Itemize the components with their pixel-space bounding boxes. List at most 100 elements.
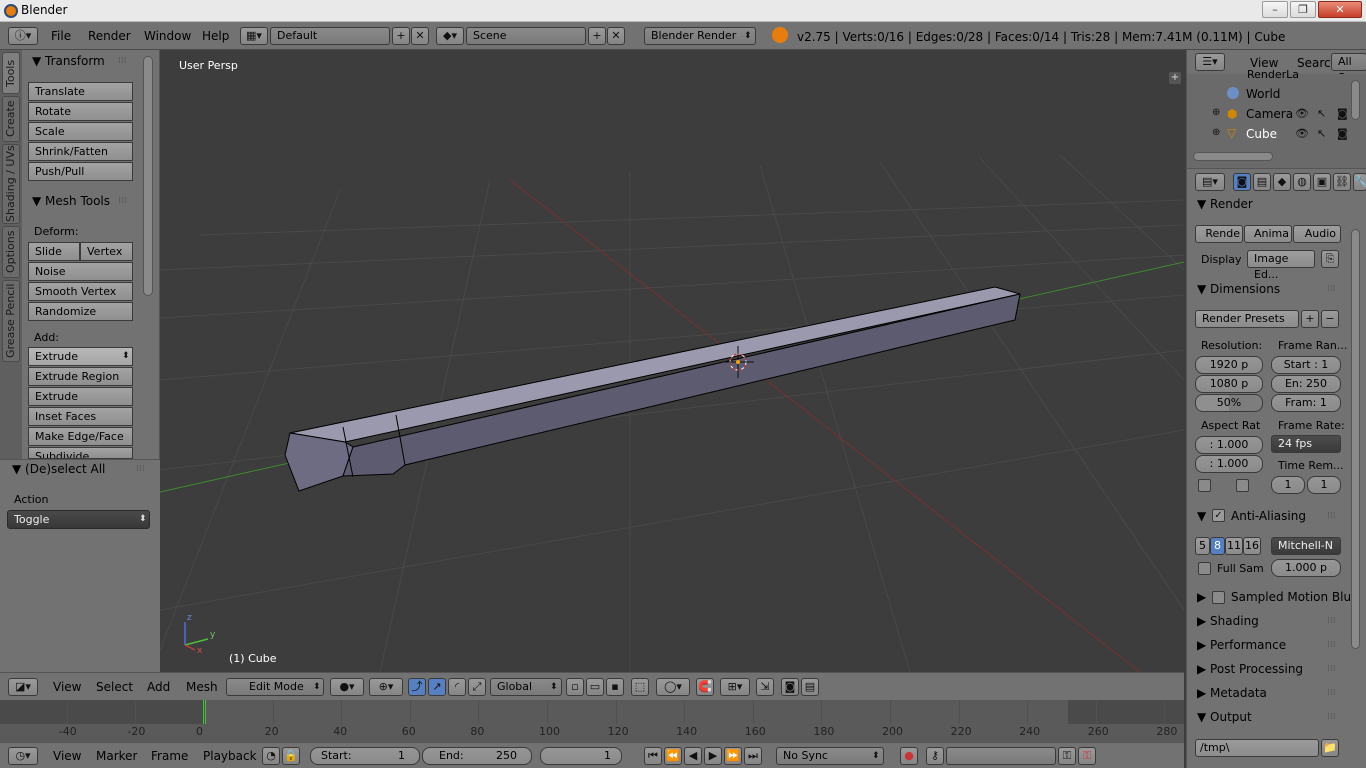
vertex-select-mode-icon[interactable]: ▫ [566, 678, 584, 696]
menu-window[interactable]: Window [144, 29, 191, 43]
render-tab-icon[interactable]: ◙ [1233, 173, 1251, 191]
editor-type-info-icon[interactable]: ⓘ▾ [8, 27, 38, 45]
render-panel-header[interactable]: ▼ Render [1197, 197, 1253, 211]
render-animation-button[interactable]: Anima [1244, 225, 1292, 243]
translate-button[interactable]: Translate [28, 82, 133, 101]
border-checkbox[interactable] [1198, 479, 1211, 492]
panel-grip-icon[interactable]: ⁞⁞⁞ [118, 196, 127, 206]
3d-viewport[interactable]: User Persp (1) Cube z y x + [160, 50, 1184, 672]
slide-edge-button[interactable]: Slide Ed [28, 242, 80, 275]
outliner-item-renderlayers[interactable]: RenderLa [1247, 68, 1299, 78]
extrude-region-button[interactable]: Extrude Region [28, 367, 133, 386]
add-preset-button[interactable]: + [1301, 310, 1319, 328]
time-remap-new-field[interactable]: 1 [1307, 476, 1341, 494]
outliner-item-cube[interactable]: Cube [1246, 127, 1277, 141]
tab-options[interactable]: Options [2, 226, 20, 278]
anti-aliasing-checkbox[interactable]: ✓ [1212, 509, 1225, 522]
maximize-button[interactable]: ❐ [1290, 1, 1316, 18]
menu-render[interactable]: Render [88, 29, 131, 43]
panel-grip-icon[interactable]: ⁞⁞⁞ [118, 56, 127, 66]
aa-samples-8[interactable]: 8 [1210, 537, 1225, 555]
jump-end-icon[interactable]: ⏭ [744, 747, 762, 765]
mode-select[interactable]: Edit Mode [226, 678, 324, 696]
outliner-hscrollbar[interactable] [1193, 152, 1273, 161]
select-cursor-icon[interactable]: ↖ [1317, 127, 1326, 140]
translate-manipulator-icon[interactable]: ↗ [428, 678, 446, 696]
display-select[interactable]: Image Ed... [1247, 250, 1315, 281]
editor-type-outliner-icon[interactable]: ☰▾ [1195, 53, 1225, 71]
tab-create[interactable]: Create [2, 96, 20, 142]
panel-grip-icon[interactable]: ⁞⁞⁞ [1327, 616, 1336, 626]
menu-select[interactable]: Select [96, 680, 133, 694]
properties-editor[interactable]: ▤▾ ◙ ▤ ◆ ◍ ▣ ⛓ 🔧 ▼ Render Rende Anima Au… [1186, 168, 1366, 768]
render-camera-icon[interactable]: ◙ [1337, 107, 1348, 120]
outliner-item-camera[interactable]: Camera [1246, 107, 1293, 121]
aa-samples-11[interactable]: 11 [1225, 537, 1243, 555]
select-cursor-icon[interactable]: ↖ [1317, 107, 1326, 120]
panel-grip-icon[interactable]: ⁞⁞⁞ [1327, 664, 1336, 674]
full-sample-checkbox[interactable] [1198, 562, 1211, 575]
minimize-button[interactable]: – [1262, 1, 1288, 18]
menu-file[interactable]: File [51, 29, 71, 43]
copy-layer-icon[interactable]: ⇲ [756, 678, 774, 696]
edge-select-mode-icon[interactable]: ▭ [586, 678, 604, 696]
keying-set-icon[interactable]: ⚷ [926, 747, 944, 765]
render-camera-icon[interactable]: ◙ [1337, 127, 1348, 140]
world-tab-icon[interactable]: ◍ [1293, 173, 1311, 191]
viewport-shading-icon[interactable]: ●▾ [330, 678, 364, 696]
keying-set-field[interactable] [946, 747, 1056, 765]
properties-scrollbar[interactable] [1351, 229, 1360, 649]
folder-icon[interactable]: 📁 [1321, 739, 1339, 757]
insert-keyframe-icon[interactable]: ⚿ [1058, 747, 1076, 765]
noise-button[interactable]: Noise [28, 262, 133, 281]
delete-keyframe-icon[interactable]: ⚿ [1078, 747, 1096, 765]
menu-mesh[interactable]: Mesh [186, 680, 218, 694]
outliner-filter-select[interactable]: All Sc [1331, 53, 1366, 84]
tool-shelf-scrollbar[interactable] [143, 56, 153, 296]
operator-panel-header[interactable]: ▼ (De)select All [12, 462, 105, 476]
time-remap-old-field[interactable]: 1 [1271, 476, 1305, 494]
menu-help[interactable]: Help [202, 29, 229, 43]
proportional-edit-icon[interactable]: ◯▾ [656, 678, 690, 696]
record-icon[interactable]: ● [900, 747, 918, 765]
anti-aliasing-panel-header[interactable]: ▼ [1197, 509, 1206, 523]
scene-tab-icon[interactable]: ◆ [1273, 173, 1291, 191]
aspect-x-field[interactable]: : 1.000 [1195, 436, 1263, 454]
filter-size-field[interactable]: 1.000 p [1271, 559, 1341, 577]
modifiers-tab-icon[interactable]: 🔧 [1353, 173, 1366, 191]
scene-icon[interactable]: ◆▾ [436, 27, 464, 45]
remove-screen-button[interactable]: ✕ [411, 27, 429, 45]
lock-icon[interactable]: 🔒 [282, 747, 300, 765]
render-animation-icon[interactable]: ▤ [801, 678, 819, 696]
scale-manipulator-icon[interactable]: ⤢ [468, 678, 486, 696]
tab-tools[interactable]: Tools [2, 52, 20, 94]
render-audio-button[interactable]: Audio [1293, 225, 1341, 243]
properties-toggle-icon[interactable]: + [1169, 72, 1181, 84]
constraints-tab-icon[interactable]: ⛓ [1333, 173, 1351, 191]
render-engine-select[interactable]: Blender Render [644, 27, 756, 45]
add-scene-button[interactable]: + [588, 27, 606, 45]
shrink-fatten-button[interactable]: Shrink/Fatten [28, 142, 133, 161]
object-tab-icon[interactable]: ▣ [1313, 173, 1331, 191]
outliner-vscrollbar[interactable] [1351, 80, 1360, 120]
frame-rate-select[interactable]: 24 fps [1271, 435, 1341, 453]
play-reverse-icon[interactable]: ◀ [684, 747, 702, 765]
panel-grip-icon[interactable]: ⁞⁞⁞ [1327, 640, 1336, 650]
outliner-item-world[interactable]: World [1246, 87, 1280, 101]
panel-grip-icon[interactable]: ⁞⁞⁞ [1327, 284, 1336, 294]
frame-step-field[interactable]: Fram: 1 [1271, 394, 1341, 412]
start-frame-field[interactable]: Start: 1 [310, 747, 420, 765]
inset-faces-button[interactable]: Inset Faces [28, 407, 133, 426]
snap-toggle-icon[interactable]: 🧲 [696, 678, 714, 696]
performance-panel-header[interactable]: ▶ Performance [1197, 638, 1286, 652]
remove-preset-button[interactable]: − [1321, 310, 1339, 328]
panel-grip-icon[interactable]: ⁞⁞⁞ [1327, 511, 1336, 521]
menu-playback[interactable]: Playback [203, 749, 257, 763]
panel-grip-icon[interactable]: ⁞⁞⁞ [136, 464, 145, 474]
preview-range-icon[interactable]: ◔ [262, 747, 280, 765]
expand-icon[interactable]: ⊕ [1212, 127, 1220, 138]
end-frame-field[interactable]: End: 250 [422, 747, 532, 765]
render-image-button[interactable]: Rende [1195, 225, 1243, 243]
sync-select[interactable]: No Sync [776, 747, 884, 765]
push-pull-button[interactable]: Push/Pull [28, 162, 133, 181]
